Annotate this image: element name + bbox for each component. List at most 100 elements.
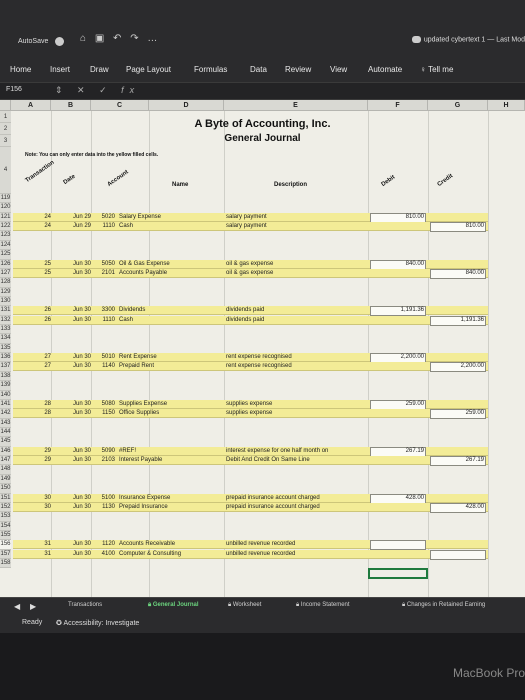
date-cell[interactable]: Jun 30: [53, 400, 91, 409]
date-cell[interactable]: Jun 30: [53, 409, 91, 418]
name-cell[interactable]: Salary Expense: [119, 213, 223, 222]
account-cell[interactable]: 5050: [93, 260, 115, 269]
account-cell[interactable]: 4100: [93, 550, 115, 559]
name-cell[interactable]: Prepaid Rent: [119, 362, 223, 371]
row-header[interactable]: 123: [0, 231, 11, 241]
credit-cell[interactable]: 428.00: [430, 503, 484, 512]
name-cell[interactable]: Insurance Expense: [119, 494, 223, 503]
date-cell[interactable]: Jun 30: [53, 353, 91, 362]
account-cell[interactable]: 1120: [93, 540, 115, 549]
account-cell[interactable]: 5020: [93, 213, 115, 222]
sheet-tab-worksheet[interactable]: 🔒︎ Worksheet: [228, 602, 261, 609]
description-cell[interactable]: rent expense recognised: [226, 362, 368, 371]
description-cell[interactable]: salary payment: [226, 213, 368, 222]
select-all-corner[interactable]: [0, 100, 11, 111]
description-cell[interactable]: unbilled revenue recorded: [226, 550, 368, 559]
row-header[interactable]: 135: [0, 343, 11, 354]
quick-access-icons[interactable]: ⌂ ▣ ↶ ↷ …: [80, 33, 160, 44]
name-cell[interactable]: Prepaid Insurance: [119, 503, 223, 512]
row-header[interactable]: 136: [0, 353, 11, 363]
row-header[interactable]: 155: [0, 530, 11, 541]
row-header[interactable]: 124: [0, 240, 11, 251]
name-cell[interactable]: Computer & Consulting: [119, 550, 223, 559]
tab-home[interactable]: Home: [10, 65, 31, 74]
row-header[interactable]: 120: [0, 203, 11, 213]
row-header[interactable]: 137: [0, 362, 11, 372]
description-cell[interactable]: dividends paid: [226, 316, 368, 325]
column-header-c[interactable]: C: [91, 100, 149, 111]
formula-bar-icons[interactable]: ⇕ ✕ ✓ fx: [55, 85, 140, 96]
column-header-d[interactable]: D: [149, 100, 224, 111]
account-cell[interactable]: 2103: [93, 456, 115, 465]
row-header[interactable]: 148: [0, 465, 11, 475]
credit-cell[interactable]: 840.00: [430, 269, 484, 278]
date-cell[interactable]: Jun 30: [53, 269, 91, 278]
debit-cell[interactable]: 1,191.36: [370, 306, 424, 315]
autosave-toggle[interactable]: [55, 37, 64, 46]
description-cell[interactable]: unbilled revenue recorded: [226, 540, 368, 549]
transaction-cell[interactable]: 26: [13, 306, 51, 315]
tab-formulas[interactable]: Formulas: [194, 65, 227, 74]
name-cell[interactable]: Interest Payable: [119, 456, 223, 465]
row-header[interactable]: 130: [0, 296, 11, 307]
tab-draw[interactable]: Draw: [90, 65, 109, 74]
tab-review[interactable]: Review: [285, 65, 311, 74]
row-header[interactable]: 131: [0, 306, 11, 316]
date-cell[interactable]: Jun 30: [53, 540, 91, 549]
name-cell[interactable]: Accounts Payable: [119, 269, 223, 278]
row-header[interactable]: 121: [0, 212, 11, 223]
name-cell[interactable]: Supplies Expense: [119, 400, 223, 409]
row-header[interactable]: 129: [0, 287, 11, 297]
credit-cell[interactable]: 2,200.00: [430, 362, 484, 371]
date-cell[interactable]: Jun 29: [53, 222, 91, 231]
account-cell[interactable]: 2101: [93, 269, 115, 278]
debit-cell[interactable]: 259.00: [370, 400, 424, 409]
date-cell[interactable]: Jun 30: [53, 494, 91, 503]
account-cell[interactable]: 5100: [93, 494, 115, 503]
sheet-tab-general-journal[interactable]: 🔒︎ General Journal: [148, 602, 199, 609]
name-cell[interactable]: Cash: [119, 316, 223, 325]
debit-cell[interactable]: 428.00: [370, 494, 424, 503]
row-header[interactable]: 150: [0, 484, 11, 494]
date-cell[interactable]: Jun 30: [53, 456, 91, 465]
name-cell[interactable]: #REF!: [119, 447, 223, 456]
credit-cell[interactable]: 267.19: [430, 456, 484, 465]
account-cell[interactable]: 1110: [93, 316, 115, 325]
row-header[interactable]: 144: [0, 428, 11, 438]
row-header[interactable]: 134: [0, 334, 11, 344]
row-header[interactable]: 156: [0, 540, 11, 550]
tab-insert[interactable]: Insert: [50, 65, 70, 74]
description-cell[interactable]: supplies expense: [226, 409, 368, 418]
transaction-cell[interactable]: 24: [13, 213, 51, 222]
transaction-cell[interactable]: 30: [13, 494, 51, 503]
date-cell[interactable]: Jun 30: [53, 316, 91, 325]
column-header-f[interactable]: F: [368, 100, 428, 111]
row-header[interactable]: 133: [0, 325, 11, 335]
sheet-tab-income-statement[interactable]: 🔒︎ Income Statement: [296, 602, 350, 609]
account-cell[interactable]: 1150: [93, 409, 115, 418]
description-cell[interactable]: supplies expense: [226, 400, 368, 409]
column-header-e[interactable]: E: [224, 100, 368, 111]
row-header[interactable]: 151: [0, 493, 11, 503]
row-header[interactable]: 158: [0, 559, 11, 569]
row-header[interactable]: 154: [0, 521, 11, 531]
debit-cell[interactable]: 810.00: [370, 213, 424, 222]
description-cell[interactable]: interest expense for one half month on: [226, 447, 368, 456]
account-cell[interactable]: 1130: [93, 503, 115, 512]
account-cell[interactable]: 5080: [93, 400, 115, 409]
account-cell[interactable]: 5010: [93, 353, 115, 362]
credit-cell[interactable]: 259.00: [430, 409, 484, 418]
debit-cell[interactable]: 2,200.00: [370, 353, 424, 362]
row-header[interactable]: 138: [0, 371, 11, 382]
date-cell[interactable]: Jun 29: [53, 213, 91, 222]
tab-data[interactable]: Data: [250, 65, 267, 74]
date-cell[interactable]: Jun 30: [53, 362, 91, 371]
name-cell[interactable]: Cash: [119, 222, 223, 231]
tab-page-layout[interactable]: Page Layout: [126, 65, 171, 74]
row-header[interactable]: 128: [0, 278, 11, 288]
transaction-cell[interactable]: 30: [13, 503, 51, 512]
description-cell[interactable]: oil & gas expense: [226, 269, 368, 278]
transaction-cell[interactable]: 29: [13, 447, 51, 456]
sheet-tab-changes-in-retained-earnings[interactable]: 🔒︎ Changes in Retained Earning: [402, 602, 485, 609]
row-header[interactable]: 146: [0, 446, 11, 457]
